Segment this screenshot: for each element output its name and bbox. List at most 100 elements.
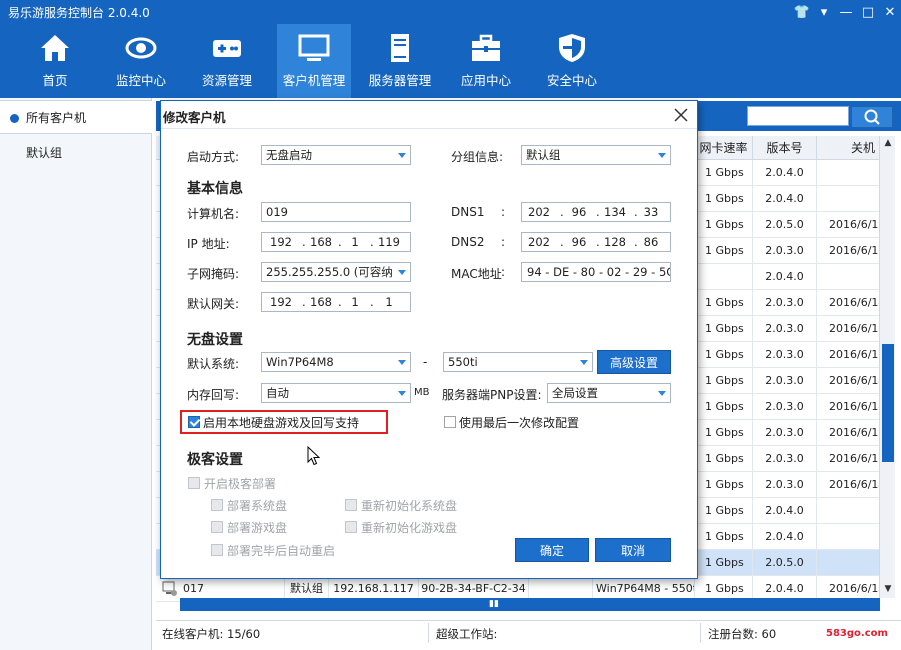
cell-shutdown xyxy=(816,498,879,524)
deploy-system-checkbox[interactable] xyxy=(211,499,223,511)
sidebar-item-default-group[interactable]: 默认组 xyxy=(0,136,152,170)
computer-name-input[interactable]: 019 xyxy=(261,202,411,222)
toolbar-security-center-button[interactable]: 安全中心 xyxy=(535,24,609,98)
app-title: 易乐游服务控制台 2.0.4.0 xyxy=(8,6,150,20)
dialog-close-icon[interactable] xyxy=(671,105,691,125)
subnet-mask-select[interactable]: 255.255.255.0 (可容纳 xyxy=(261,262,411,282)
reinit-system-checkbox[interactable] xyxy=(345,499,357,511)
cell-version: 2.0.4.0 xyxy=(752,186,816,212)
table-vertical-scrollbar[interactable]: ▲ ▼ xyxy=(879,136,895,598)
ip-octet: 119 xyxy=(378,235,400,249)
scroll-thumb[interactable] xyxy=(882,344,894,462)
registered-count: 注册台数: 60 xyxy=(708,627,777,641)
title-bar: 易乐游服务控制台 2.0.4.0 👕 ▾ — □ ✕ xyxy=(0,0,901,24)
subnet-mask-label: 子网掩码: xyxy=(187,267,240,281)
jike-enable-label: 开启极客部署 xyxy=(204,477,277,491)
minimize-icon[interactable]: — xyxy=(835,0,857,24)
toolbar-server-manage-button[interactable]: 服务器管理 xyxy=(363,24,437,98)
cancel-button[interactable]: 取消 xyxy=(595,538,671,562)
advanced-settings-button[interactable]: 高级设置 xyxy=(597,350,671,374)
gateway-label: 默认网关: xyxy=(187,297,240,311)
ip-octet: 1 xyxy=(351,235,359,249)
gateway-input[interactable]: 192. 168. 1. 1 xyxy=(261,292,411,312)
toolbar-app-center-button[interactable]: 应用中心 xyxy=(449,24,523,98)
eye-icon xyxy=(125,37,157,59)
cell-shutdown: 2016/6/14 xyxy=(816,316,879,342)
toolbar-home-button[interactable]: 首页 xyxy=(18,24,92,98)
deploy-game-label: 部署游戏盘 xyxy=(227,521,288,535)
ok-button[interactable]: 确定 xyxy=(515,538,589,562)
dialog-title: 修改客户机 xyxy=(163,110,226,125)
maximize-icon[interactable]: □ xyxy=(857,0,879,24)
close-icon[interactable]: ✕ xyxy=(879,0,901,24)
cell-speed: 1 Gbps xyxy=(694,368,752,394)
toolbar-client-manage-button[interactable]: 客户机管理 xyxy=(277,24,351,98)
toolbar-monitor-center-button[interactable]: 监控中心 xyxy=(104,24,178,98)
cell-speed: 1 Gbps xyxy=(694,160,752,186)
super-workstation: 超级工作站: xyxy=(436,627,498,641)
cell-version: 2.0.3.0 xyxy=(752,446,816,472)
write-back-select[interactable]: 自动 xyxy=(261,383,411,403)
cell-speed: 1 Gbps xyxy=(694,212,752,238)
cell-speed: 1 Gbps xyxy=(694,238,752,264)
sidebar-item-label: 默认组 xyxy=(26,146,63,160)
cell-speed: 1 Gbps xyxy=(694,290,752,316)
group-select[interactable]: 默认组 xyxy=(521,145,671,165)
default-system-select[interactable]: Win7P64M8 xyxy=(261,352,411,372)
local-disk-checkbox[interactable] xyxy=(188,416,200,428)
cell-shutdown: 2016/6/14 xyxy=(816,342,879,368)
auto-reboot-checkbox[interactable] xyxy=(211,544,223,556)
boot-mode-select[interactable]: 无盘启动 xyxy=(261,145,411,165)
gamepad-icon xyxy=(213,40,241,57)
ip-address-input[interactable]: 192. 168. 1. 119 xyxy=(261,232,411,252)
scroll-up-icon[interactable]: ▲ xyxy=(880,136,896,150)
gpu-profile-select[interactable]: 550ti xyxy=(443,352,593,372)
server-pnp-select[interactable]: 全局设置 xyxy=(547,383,671,403)
cell-speed: 1 Gbps xyxy=(694,550,752,576)
chevron-down-icon xyxy=(658,153,666,158)
chevron-down-icon xyxy=(580,360,588,365)
chevron-down-icon xyxy=(398,270,406,275)
cell-version: 2.0.3.0 xyxy=(752,368,816,394)
use-last-config-label: 使用最后一次修改配置 xyxy=(459,416,580,430)
ip-octet: 86 xyxy=(643,235,659,249)
skin-icon[interactable]: 👕 xyxy=(791,0,813,24)
mac-address-input[interactable]: 94 - DE - 80 - 02 - 29 - 5C xyxy=(521,262,671,282)
write-back-label: 内存回写: xyxy=(187,388,240,402)
dns1-colon: : xyxy=(501,205,506,219)
dns2-input[interactable]: 202. 96. 128. 86 xyxy=(521,232,671,252)
toolbox-icon xyxy=(472,34,500,61)
server-icon xyxy=(391,34,409,62)
sidebar-item-all-clients[interactable]: 所有客户机 xyxy=(0,100,152,134)
reinit-game-checkbox[interactable] xyxy=(345,521,357,533)
status-divider xyxy=(428,623,429,643)
jike-enable-checkbox[interactable] xyxy=(188,477,200,489)
dns1-input[interactable]: 202. 96. 134. 33 xyxy=(521,202,671,222)
status-bar: 在线客户机: 15/60 超级工作站: 注册台数: 60 xyxy=(156,620,901,644)
scroll-down-icon[interactable]: ▼ xyxy=(880,582,896,596)
boot-mode-value: 无盘启动 xyxy=(266,148,312,162)
col-header-speed[interactable]: 网卡速率 xyxy=(694,136,752,160)
ip-octet: 192 xyxy=(270,295,292,309)
col-header-shutdown[interactable]: 关机 xyxy=(816,136,879,160)
group-label: 分组信息: xyxy=(451,150,504,164)
cell-speed: 1 Gbps xyxy=(694,394,752,420)
search-button[interactable] xyxy=(851,106,893,128)
table-horizontal-scrollbar[interactable]: ▮▮ xyxy=(180,598,880,611)
cell-speed xyxy=(694,264,752,290)
menu-dropdown-icon[interactable]: ▾ xyxy=(813,0,835,24)
deploy-game-checkbox[interactable] xyxy=(211,521,223,533)
col-header-version[interactable]: 版本号 xyxy=(752,136,816,160)
dialog-title-bar: 修改客户机 xyxy=(161,101,697,129)
mac-label: MAC地址 xyxy=(451,267,502,281)
cell-version: 2.0.5.0 xyxy=(752,550,816,576)
toolbar-label: 首页 xyxy=(42,73,68,88)
scroll-grip-icon[interactable]: ▮▮ xyxy=(487,598,501,611)
cell-version: 2.0.5.0 xyxy=(752,212,816,238)
search-input[interactable] xyxy=(747,106,849,126)
use-last-config-checkbox[interactable] xyxy=(444,416,456,428)
ip-octet: 1 xyxy=(385,295,393,309)
toolbar-resource-button[interactable]: 资源管理 xyxy=(190,24,264,98)
server-pnp-value: 全局设置 xyxy=(552,386,598,400)
reinit-system-label: 重新初始化系统盘 xyxy=(361,499,458,513)
